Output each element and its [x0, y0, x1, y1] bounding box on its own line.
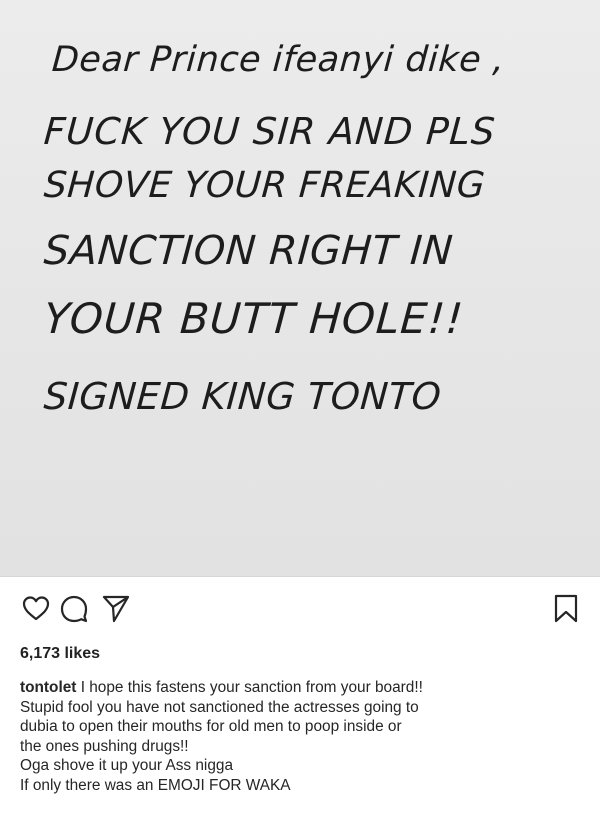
paper-plane-icon[interactable] [100, 592, 132, 624]
caption-text: I hope this fastens your sanction from y… [76, 679, 423, 696]
bookmark-icon[interactable] [550, 592, 582, 624]
caption-username[interactable]: tontolet [20, 679, 76, 696]
post-image-text-line: SIGNED KING TONTO [42, 375, 443, 418]
likes-count[interactable]: 6,173 likes [20, 645, 100, 663]
post-image-text-line: SHOVE YOUR FREAKING [42, 165, 487, 206]
post-image-text-line: FUCK YOU SIR AND PLS [42, 110, 498, 153]
post-image[interactable]: Dear Prince ifeanyi dike , FUCK YOU SIR … [0, 0, 600, 577]
heart-icon[interactable] [20, 592, 52, 624]
caption-text: the ones pushing drugs!! [20, 737, 189, 755]
caption-text: Stupid fool you have not sanctioned the … [20, 698, 419, 716]
post-image-text-line: Dear Prince ifeanyi dike , [50, 40, 506, 80]
caption-text: Oga shove it up your Ass nigga [20, 757, 234, 775]
caption-first-line: tontolet I hope this fastens your sancti… [20, 678, 590, 698]
caption-text: dubia to open their mouths for old men t… [20, 718, 402, 736]
post-image-text-line: YOUR BUTT HOLE!! [42, 294, 466, 343]
post-image-text-line: SANCTION RIGHT IN [42, 228, 455, 274]
post-caption: tontolet I hope this fastens your sancti… [20, 678, 590, 796]
caption-text: If only there was an EMOJI FOR WAKA [20, 776, 291, 794]
comment-bubble-icon[interactable] [58, 592, 90, 624]
post-action-bar [0, 586, 600, 630]
